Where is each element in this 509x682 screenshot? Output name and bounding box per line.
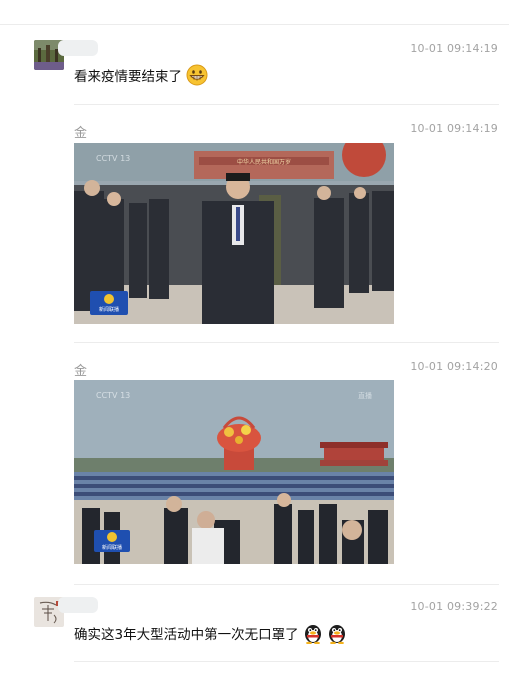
message-time: 10-01 09:39:22 — [410, 600, 498, 613]
qq-penguin-icon — [303, 622, 323, 648]
live-corner-label: 直播 — [358, 391, 372, 400]
message-divider — [74, 584, 499, 585]
tv-logo: CCTV 13 — [96, 154, 130, 163]
message-text-content: 看来疫情要结束了 — [74, 69, 182, 85]
grinning-face-icon — [186, 64, 208, 90]
tv-logo: CCTV 13 — [96, 391, 130, 400]
message-time: 10-01 09:14:19 — [410, 122, 498, 135]
message-time: 10-01 09:14:20 — [410, 360, 498, 373]
news-badge: 新闻联播 — [99, 306, 119, 313]
message-text-content: 确实这3年大型活动中第一次无口罩了 — [74, 627, 299, 643]
sender-name[interactable]: 金 — [74, 360, 87, 379]
sender-name[interactable]: 金 — [74, 122, 87, 141]
message-text: 确实这3年大型活动中第一次无口罩了 — [74, 622, 347, 648]
message-divider — [74, 342, 499, 343]
message-photo[interactable]: 中华人民共和国万岁 新闻联播 CCTV 13 — [74, 143, 394, 324]
banner-text: 中华人民共和国万岁 — [237, 158, 291, 166]
sender-name-redacted — [58, 597, 98, 613]
news-badge: 新闻联播 — [102, 544, 122, 551]
message-divider — [74, 661, 499, 662]
top-divider — [0, 24, 509, 25]
message-time: 10-01 09:14:19 — [410, 42, 498, 55]
qq-penguin-icon — [327, 622, 347, 648]
sender-name-redacted — [58, 40, 98, 56]
message-text: 看来疫情要结束了 — [74, 64, 208, 90]
message-divider — [74, 104, 499, 105]
message-photo[interactable]: 新闻联播 CCTV 13 直播 — [74, 380, 394, 564]
